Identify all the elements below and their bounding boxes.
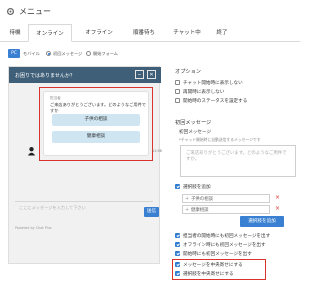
powered-by-text: Powered by Chat Plus: [15, 226, 52, 230]
choices-label: 選択肢を追加: [183, 185, 211, 190]
first-message-textarea[interactable]: ご来店ありがとうございます。どのようなご用件ですか。: [180, 145, 296, 177]
choice-button[interactable]: 健康相談: [52, 131, 140, 143]
choice-input-text: 健康相談: [191, 208, 209, 213]
radio-start-form-label: 開始フォーム: [93, 51, 118, 56]
first-message-label: 初回メッセージ: [179, 130, 212, 135]
page-title: メニュー: [19, 7, 51, 16]
bubble-message: ご来店ありがとうございます。どのようなご用件ですか: [50, 102, 146, 113]
option-checkbox[interactable]: [175, 262, 180, 267]
options-title: オプション: [175, 69, 201, 75]
option-label: チャット開始時に表示しない: [183, 81, 243, 86]
tab-waiting[interactable]: 待機: [4, 24, 26, 42]
tab-ended[interactable]: 終了: [210, 24, 234, 42]
radio-first-message[interactable]: [46, 51, 51, 56]
minimize-icon[interactable]: −: [135, 70, 144, 79]
delete-icon[interactable]: ×: [275, 205, 280, 212]
bubble-sender: 担当者: [50, 96, 61, 100]
tab-offline[interactable]: オフライン: [78, 24, 120, 42]
plus-icon: +: [185, 207, 190, 213]
first-message-placeholder: ご来店ありがとうございます。どのようなご用件ですか。: [186, 151, 287, 162]
option-checkbox[interactable]: [175, 233, 180, 238]
option-checkbox[interactable]: [175, 251, 180, 256]
option-label: メッセージを中央寄せにする: [183, 263, 243, 268]
chat-bubble: 担当者 ご来店ありがとうございます。どのようなご用件ですか 子供の相談 健康相談: [43, 91, 149, 156]
tab-chatting[interactable]: チャット中: [166, 24, 208, 42]
chat-preview: お困りではありませんか？ − ✕ 担当者 ご来店ありがとうございます。どのような…: [8, 66, 162, 264]
avatar-icon: [27, 147, 36, 156]
message-input[interactable]: ここにメッセージを入力して下さい: [19, 205, 86, 211]
option-label: 開始時のステータスを設定する: [183, 99, 248, 104]
first-message-hint: *チャット開始時に自動送信するメッセージです: [179, 137, 261, 142]
tab-bar: 待機 オンライン オフライン 順番待ち チャット中 終了: [0, 24, 300, 42]
radio-first-message-label: 初回メッセージ: [53, 51, 83, 56]
choice-input[interactable]: + 健康相談: [182, 205, 270, 214]
option-label: 担当者の開始時にも初回メッセージを出す: [183, 234, 271, 239]
choice-input[interactable]: + 子供の相談: [182, 194, 270, 203]
mobile-view-label[interactable]: モバイル: [23, 51, 40, 57]
choice-button[interactable]: 子供の相談: [52, 114, 140, 126]
gear-icon: [6, 7, 15, 16]
tab-online[interactable]: オンライン: [28, 24, 72, 42]
option-checkbox[interactable]: [175, 242, 180, 247]
pc-view-button[interactable]: PC: [8, 49, 20, 58]
plus-icon: +: [185, 196, 190, 202]
first-message-section: 初回メッセージ: [175, 120, 212, 126]
option-checkbox[interactable]: [175, 89, 180, 94]
delete-icon[interactable]: ×: [275, 194, 280, 201]
option-checkbox[interactable]: [175, 80, 180, 85]
radio-start-form[interactable]: [86, 51, 91, 56]
tab-queue[interactable]: 順番待ち: [124, 24, 164, 42]
send-button[interactable]: 送信: [144, 207, 159, 217]
option-label: オフライン時にも初回メッセージを出す: [183, 243, 266, 248]
choices-checkbox[interactable]: [175, 184, 180, 189]
choice-input-text: 子供の相談: [191, 197, 213, 202]
option-label: 再開時に表示しない: [183, 90, 225, 95]
add-choice-button[interactable]: 選択肢を追加: [240, 216, 284, 227]
option-label: 開始時にも初回メッセージを出す: [183, 252, 252, 257]
chat-header: お困りではありませんか？ − ✕: [9, 67, 161, 83]
close-icon[interactable]: ✕: [147, 70, 156, 79]
input-divider: [15, 201, 153, 202]
chat-title: お困りではありませんか？: [15, 73, 75, 79]
option-checkbox[interactable]: [175, 271, 180, 276]
option-label: 選択肢を中央寄せにする: [183, 272, 234, 277]
message-time: 11:58: [152, 149, 162, 153]
option-checkbox[interactable]: [175, 98, 180, 103]
